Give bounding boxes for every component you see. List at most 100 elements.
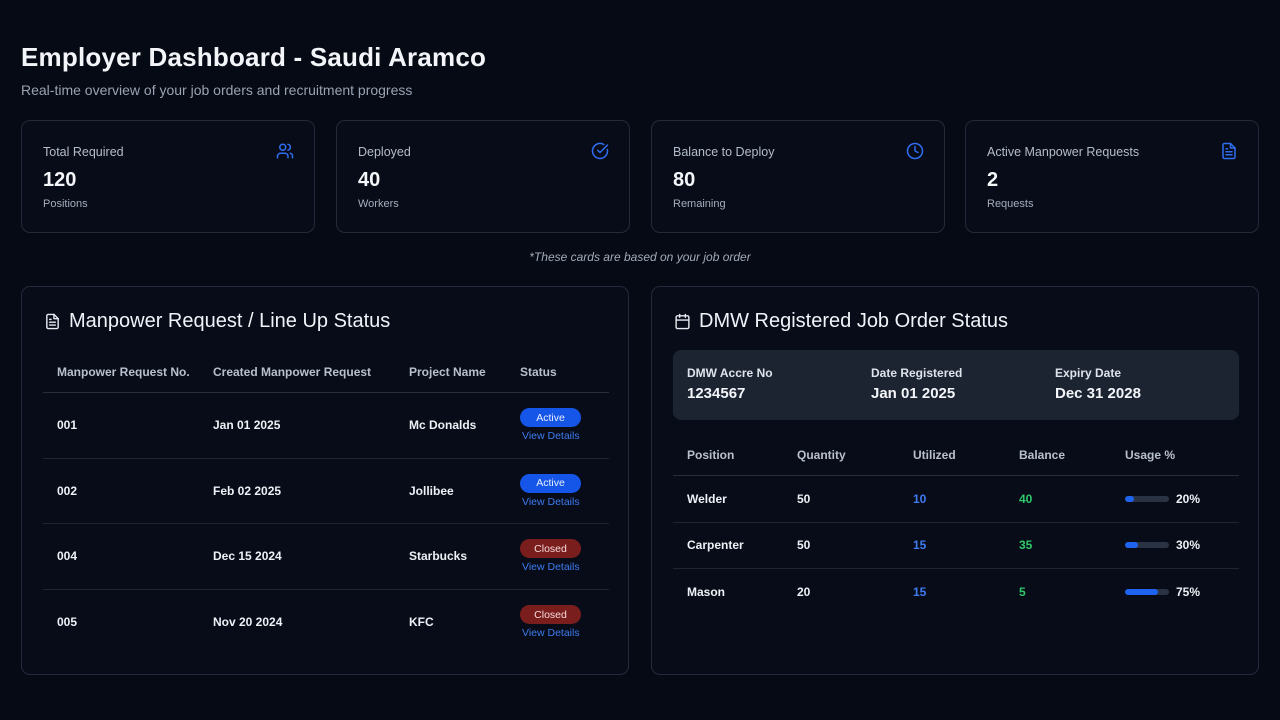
table-row: Carpenter 50 15 35 30%: [673, 523, 1239, 569]
created-date: Feb 02 2025: [213, 483, 282, 498]
card-value: 80: [673, 169, 696, 191]
usage-percent: 30%: [1176, 538, 1201, 553]
utilized: 15: [913, 585, 927, 600]
column-header: Created Manpower Request: [213, 365, 372, 379]
card-unit: Requests: [987, 198, 1034, 210]
position: Carpenter: [687, 538, 744, 553]
usage-cell: 30%: [1125, 538, 1239, 552]
card-label: Deployed: [358, 145, 411, 159]
job-order-table: Position Quantity Utilized Balance Usage…: [673, 435, 1239, 616]
panel-title-text: DMW Registered Job Order Status: [699, 309, 1008, 332]
view-details-link[interactable]: View Details: [522, 561, 580, 573]
card-balance-to-deploy: Balance to Deploy 80 Remaining: [651, 120, 945, 233]
panel-title-text: Manpower Request / Line Up Status: [69, 309, 391, 332]
project-name: Mc Donalds: [409, 418, 477, 433]
calendar-icon: [675, 313, 690, 329]
request-no: 004: [57, 549, 78, 564]
table-row: Mason 20 15 5 75%: [673, 569, 1239, 616]
project-name: Jollibee: [409, 483, 454, 498]
balance: 35: [1019, 538, 1033, 553]
project-name: KFC: [409, 615, 434, 630]
document-icon: [1222, 142, 1236, 160]
card-value: 2: [987, 169, 999, 191]
panel-title: Manpower Request / Line Up Status: [44, 309, 390, 333]
quantity: 20: [797, 585, 811, 600]
position: Welder: [687, 491, 727, 506]
column-header: Balance: [1019, 448, 1066, 462]
registered-label: Date Registered: [871, 366, 963, 380]
usage-bar: [1125, 589, 1169, 596]
created-date: Jan 01 2025: [213, 418, 281, 433]
table-header: Position Quantity Utilized Balance Usage…: [673, 435, 1239, 476]
view-details-link[interactable]: View Details: [522, 430, 580, 442]
usage-bar: [1125, 495, 1169, 502]
card-value: 40: [358, 169, 381, 191]
cards-note: *These cards are based on your job order: [529, 250, 751, 264]
expiry-block: Expiry Date Dec 31 2028: [1055, 366, 1141, 402]
registered-block: Date Registered Jan 01 2025: [871, 366, 962, 402]
card-unit: Positions: [43, 198, 88, 210]
column-header: Position: [687, 448, 735, 462]
stat-cards: Total Required 120 Positions Deployed 40…: [21, 120, 1259, 233]
balance: 5: [1019, 585, 1026, 600]
column-header: Project Name: [409, 365, 486, 379]
check-circle-icon: [591, 142, 609, 160]
quantity: 50: [797, 491, 811, 506]
request-no: 002: [57, 483, 78, 498]
usage-percent: 75%: [1176, 585, 1201, 600]
expiry-value: Dec 31 2028: [1055, 385, 1141, 402]
table-row: Welder 50 10 40 20%: [673, 476, 1239, 523]
usage-bar-fill: [1125, 542, 1139, 549]
registered-value: Jan 01 2025: [871, 385, 956, 402]
status-badge: Active: [520, 408, 581, 428]
clock-icon: [906, 142, 924, 160]
table-row: 001 Jan 01 2025 Mc Donalds Active View D…: [43, 393, 609, 459]
table-row: 005 Nov 20 2024 KFC Closed View Details: [43, 590, 609, 656]
table-header: Manpower Request No. Created Manpower Re…: [43, 352, 609, 393]
column-header: Quantity: [797, 448, 846, 462]
table-row: 002 Feb 02 2025 Jollibee Active View Det…: [43, 459, 609, 524]
expiry-label: Expiry Date: [1055, 366, 1122, 380]
request-no: 005: [57, 615, 78, 630]
table-row: 004 Dec 15 2024 Starbucks Closed View De…: [43, 524, 609, 590]
card-label: Balance to Deploy: [673, 145, 775, 159]
created-date: Nov 20 2024: [213, 615, 283, 630]
manpower-table: Manpower Request No. Created Manpower Re…: [43, 352, 609, 655]
status-badge: Active: [520, 473, 581, 493]
view-details-link[interactable]: View Details: [522, 496, 580, 508]
card-label: Total Required: [43, 145, 124, 159]
dmw-job-order-panel: DMW Registered Job Order Status DMW Accr…: [651, 286, 1259, 675]
usage-bar-fill: [1125, 495, 1134, 502]
card-value: 120: [43, 169, 77, 191]
card-total-required: Total Required 120 Positions: [21, 120, 315, 233]
view-details-link[interactable]: View Details: [522, 627, 580, 639]
page-subtitle: Real-time overview of your job orders an…: [21, 82, 413, 98]
position: Mason: [687, 585, 726, 600]
usage-bar: [1125, 542, 1169, 549]
status-badge: Closed: [520, 539, 581, 559]
quantity: 50: [797, 538, 811, 553]
usage-cell: 20%: [1125, 492, 1239, 506]
dashboard-page: Employer Dashboard - Saudi Aramco Real-t…: [21, 40, 1259, 675]
column-header: Utilized: [913, 448, 956, 462]
users-icon: [276, 143, 294, 159]
utilized: 10: [913, 491, 927, 506]
request-no: 001: [57, 418, 78, 433]
column-header: Manpower Request No.: [57, 365, 190, 379]
accr-no-value: 1234567: [687, 385, 746, 402]
manpower-request-panel: Manpower Request / Line Up Status Manpow…: [21, 286, 629, 675]
project-name: Starbucks: [409, 549, 468, 564]
usage-percent: 20%: [1176, 491, 1201, 506]
panel-title: DMW Registered Job Order Status: [674, 309, 1008, 333]
usage-bar-fill: [1125, 589, 1158, 596]
created-date: Dec 15 2024: [213, 549, 282, 564]
card-unit: Remaining: [673, 198, 726, 210]
card-unit: Workers: [358, 198, 399, 210]
column-header: Status: [520, 365, 557, 379]
status-badge: Closed: [520, 605, 581, 625]
accreditation-summary: DMW Accre No 1234567 Date Registered Jan…: [673, 350, 1239, 420]
column-header: Usage %: [1125, 448, 1176, 462]
page-title: Employer Dashboard - Saudi Aramco: [21, 42, 487, 72]
card-active-requests: Active Manpower Requests 2 Requests: [965, 120, 1259, 233]
card-deployed: Deployed 40 Workers: [336, 120, 630, 233]
